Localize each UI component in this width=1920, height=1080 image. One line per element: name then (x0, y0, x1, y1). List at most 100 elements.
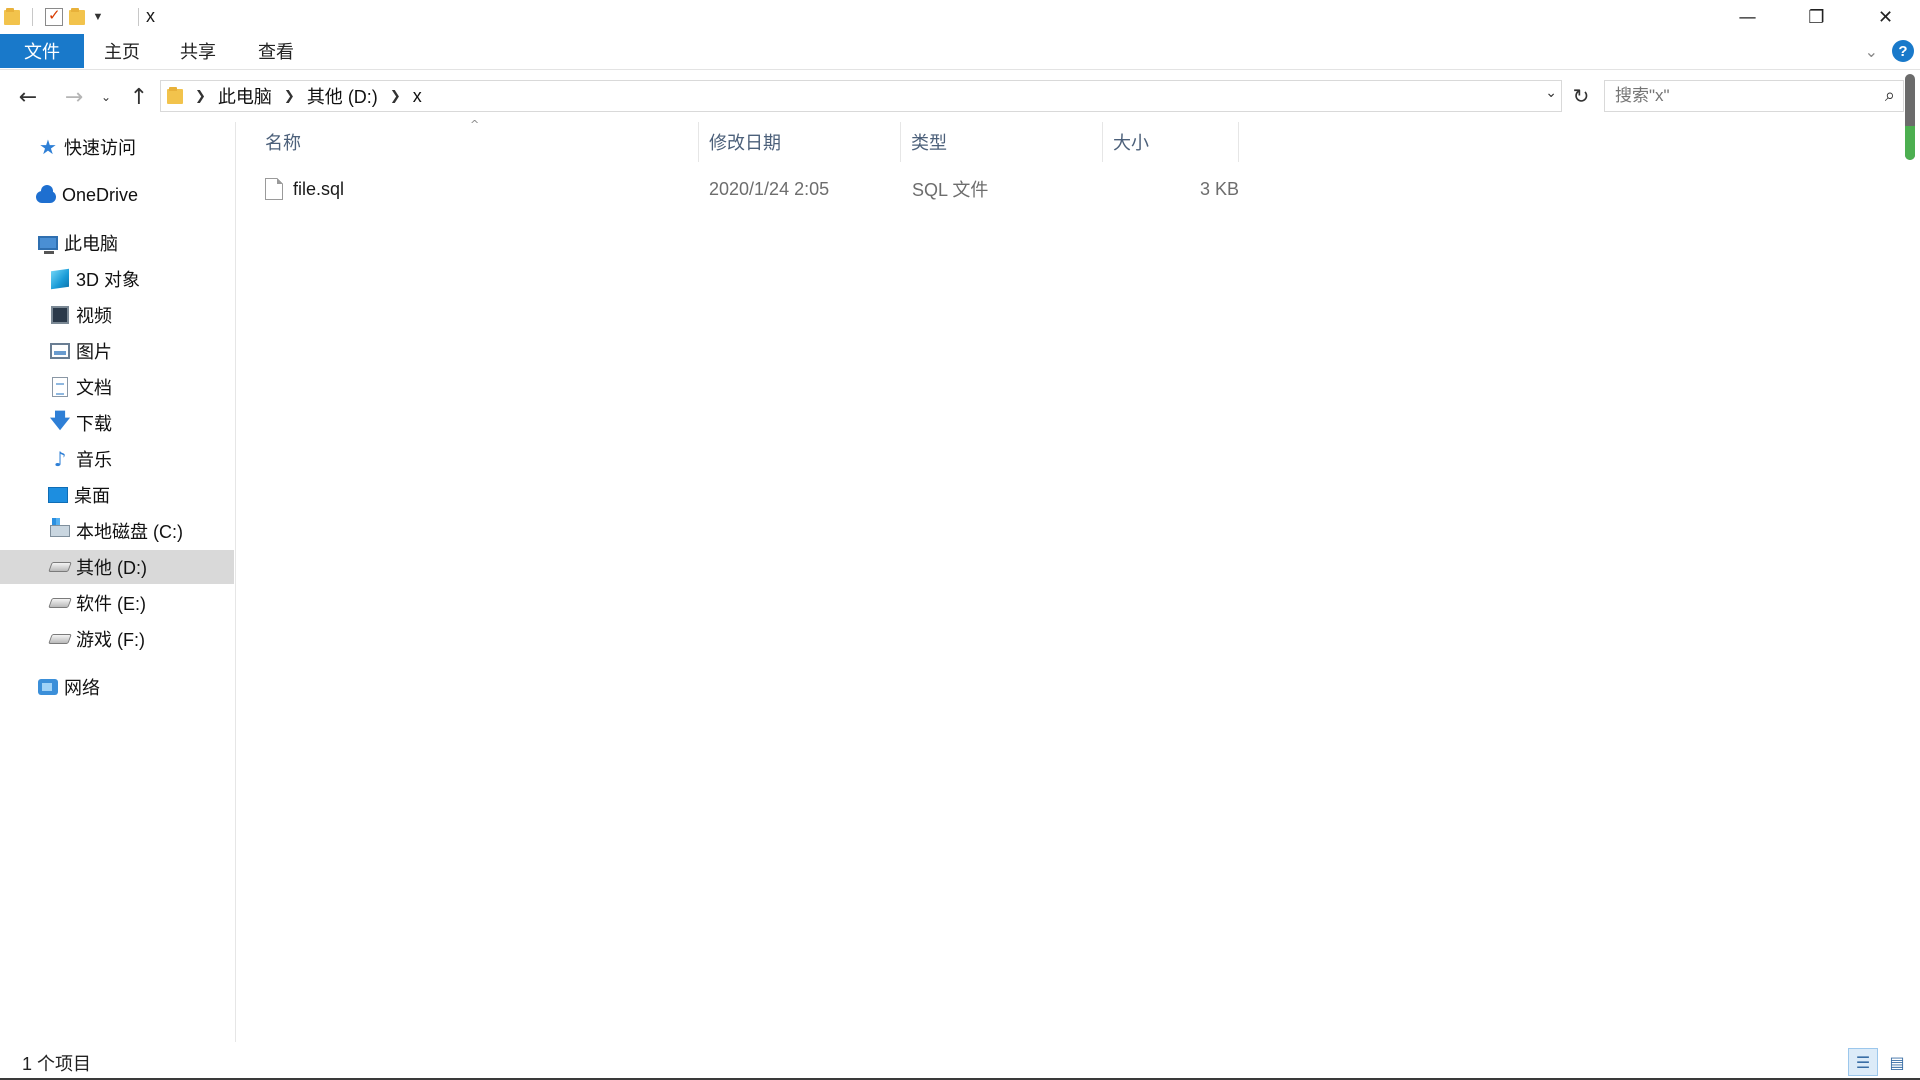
breadcrumb-item-this-pc[interactable]: 此电脑 (218, 83, 272, 109)
properties-icon[interactable] (45, 6, 63, 26)
sidebar-item-downloads[interactable]: 🡇 下载 (0, 406, 234, 440)
tab-view[interactable]: 查看 (236, 34, 316, 68)
table-row[interactable]: file.sql 2020/1/24 2:05 SQL 文件 3 KB (265, 172, 1305, 206)
breadcrumb-item-drive-d[interactable]: 其他 (D:) (307, 83, 378, 109)
video-icon (50, 305, 70, 325)
sidebar-item-label: 视频 (76, 306, 112, 326)
folder-icon (4, 8, 20, 26)
file-type: SQL 文件 (912, 180, 989, 200)
restore-icon: ❐ (1808, 6, 1825, 28)
customize-toolbar-chevron-icon[interactable]: ▼ (91, 11, 105, 23)
navigation-bar: ← → ⌄ ↑ ❯ 此电脑 ❯ 其他 (D:) ❯ x ⌄ ↻ ⌕ (0, 78, 1920, 116)
cube-icon (50, 268, 70, 290)
file-name: file.sql (293, 178, 345, 199)
close-button[interactable]: ✕ (1851, 0, 1920, 34)
picture-icon (50, 341, 70, 361)
large-icons-view-button[interactable]: ▤ (1882, 1048, 1912, 1076)
up-button[interactable]: ↑ (124, 78, 154, 116)
sidebar-item-drive-d[interactable]: 其他 (D:) (0, 550, 234, 584)
drive-icon (48, 629, 72, 649)
restore-button[interactable]: ❐ (1782, 0, 1851, 34)
ribbon-right: ⌄ ? (1865, 40, 1914, 62)
ribbon: 文件 主页 共享 查看 ⌄ ? (0, 34, 1920, 70)
sidebar-item-onedrive[interactable]: OneDrive (0, 178, 234, 212)
forward-button[interactable]: → (58, 78, 90, 116)
sidebar-item-label: 本地磁盘 (C:) (76, 522, 183, 542)
up-arrow-icon: ↑ (129, 84, 149, 110)
star-icon: ★ (39, 135, 57, 159)
sidebar-item-documents[interactable]: 文档 (0, 370, 234, 404)
large-icons-view-icon: ▤ (1889, 1052, 1905, 1072)
title-bar: ▼ x — ❐ ✕ (0, 0, 1920, 34)
sidebar-item-label: OneDrive (62, 184, 139, 205)
refresh-button[interactable]: ↻ (1566, 80, 1596, 112)
status-bar: 1 个项目 ☰ ▤ (0, 1044, 1920, 1080)
sidebar-item-drive-c[interactable]: 本地磁盘 (C:) (0, 514, 234, 548)
file-list: ^ 名称 修改日期 类型 大小 file.sql 2020/1/24 2:05 … (237, 118, 1897, 1042)
sidebar-item-label: 文档 (76, 378, 112, 398)
window-controls: — ❐ ✕ (1713, 0, 1920, 34)
minimize-icon: — (1738, 6, 1757, 28)
sidebar-item-music[interactable]: ♪ 音乐 (0, 442, 234, 476)
sidebar-item-label: 3D 对象 (76, 270, 141, 290)
window-title: x (138, 6, 155, 26)
file-icon (265, 178, 283, 200)
expand-ribbon-chevron-icon[interactable]: ⌄ (1865, 42, 1878, 61)
drive-icon (48, 593, 72, 613)
document-icon (50, 377, 70, 397)
details-view-button[interactable]: ☰ (1848, 1048, 1878, 1076)
file-size: 3 KB (1199, 178, 1239, 199)
sidebar-item-quick-access[interactable]: ★ 快速访问 (0, 130, 234, 164)
search-input[interactable] (1615, 86, 1855, 106)
sidebar-item-drive-e[interactable]: 软件 (E:) (0, 586, 234, 620)
sidebar-item-pictures[interactable]: 图片 (0, 334, 234, 368)
back-arrow-icon: ← (18, 84, 38, 110)
minimize-button[interactable]: — (1713, 0, 1782, 34)
quick-access-toolbar: ▼ (4, 6, 105, 28)
sidebar-item-drive-f[interactable]: 游戏 (F:) (0, 622, 234, 656)
sidebar-item-label: 此电脑 (64, 234, 118, 254)
refresh-icon: ↻ (1572, 84, 1590, 108)
new-folder-icon[interactable] (69, 8, 85, 26)
desktop-icon (48, 485, 68, 505)
search-icon[interactable]: ⌕ (1885, 85, 1895, 106)
column-header-name[interactable]: 名称 (237, 122, 699, 162)
sidebar-item-label: 网络 (64, 678, 100, 698)
scrollbar[interactable] (1905, 74, 1915, 160)
address-bar[interactable]: ❯ 此电脑 ❯ 其他 (D:) ❯ x ⌄ (160, 80, 1562, 112)
help-icon[interactable]: ? (1892, 40, 1914, 62)
cloud-icon (36, 185, 56, 205)
network-icon (38, 677, 58, 697)
breadcrumb-item-x[interactable]: x (413, 86, 422, 107)
sidebar-item-network[interactable]: 网络 (0, 670, 234, 704)
back-button[interactable]: ← (12, 78, 44, 116)
column-header-type[interactable]: 类型 (901, 122, 1103, 162)
tab-file[interactable]: 文件 (0, 34, 84, 68)
tab-share[interactable]: 共享 (160, 34, 236, 68)
view-switcher: ☰ ▤ (1848, 1048, 1912, 1076)
search-box[interactable]: ⌕ (1604, 80, 1904, 112)
item-count: 1 个项目 (22, 1054, 92, 1074)
sidebar-item-3d-objects[interactable]: 3D 对象 (0, 262, 234, 296)
chevron-down-icon: ⌄ (100, 90, 112, 104)
sidebar-item-label: 图片 (76, 342, 112, 362)
divider (32, 8, 33, 26)
column-header-size[interactable]: 大小 (1103, 122, 1239, 162)
recent-locations-button[interactable]: ⌄ (96, 78, 116, 116)
close-icon: ✕ (1877, 6, 1894, 28)
music-icon: ♪ (53, 447, 67, 471)
tab-home[interactable]: 主页 (84, 34, 160, 68)
sidebar-item-desktop[interactable]: 桌面 (0, 478, 234, 512)
sidebar-item-this-pc[interactable]: 此电脑 (0, 226, 234, 260)
breadcrumb: ❯ 此电脑 ❯ 其他 (D:) ❯ x (183, 83, 422, 109)
address-dropdown-chevron-icon[interactable]: ⌄ (1545, 85, 1557, 101)
sidebar-item-videos[interactable]: 视频 (0, 298, 234, 332)
column-header-date[interactable]: 修改日期 (699, 122, 901, 162)
file-name-cell: file.sql (265, 172, 344, 206)
download-icon: 🡇 (49, 408, 71, 432)
sidebar-item-label: 游戏 (F:) (76, 630, 145, 650)
sidebar-item-label: 音乐 (76, 450, 112, 470)
details-view-icon: ☰ (1855, 1052, 1871, 1072)
file-modified: 2020/1/24 2:05 (709, 178, 830, 199)
forward-arrow-icon: → (64, 84, 84, 110)
